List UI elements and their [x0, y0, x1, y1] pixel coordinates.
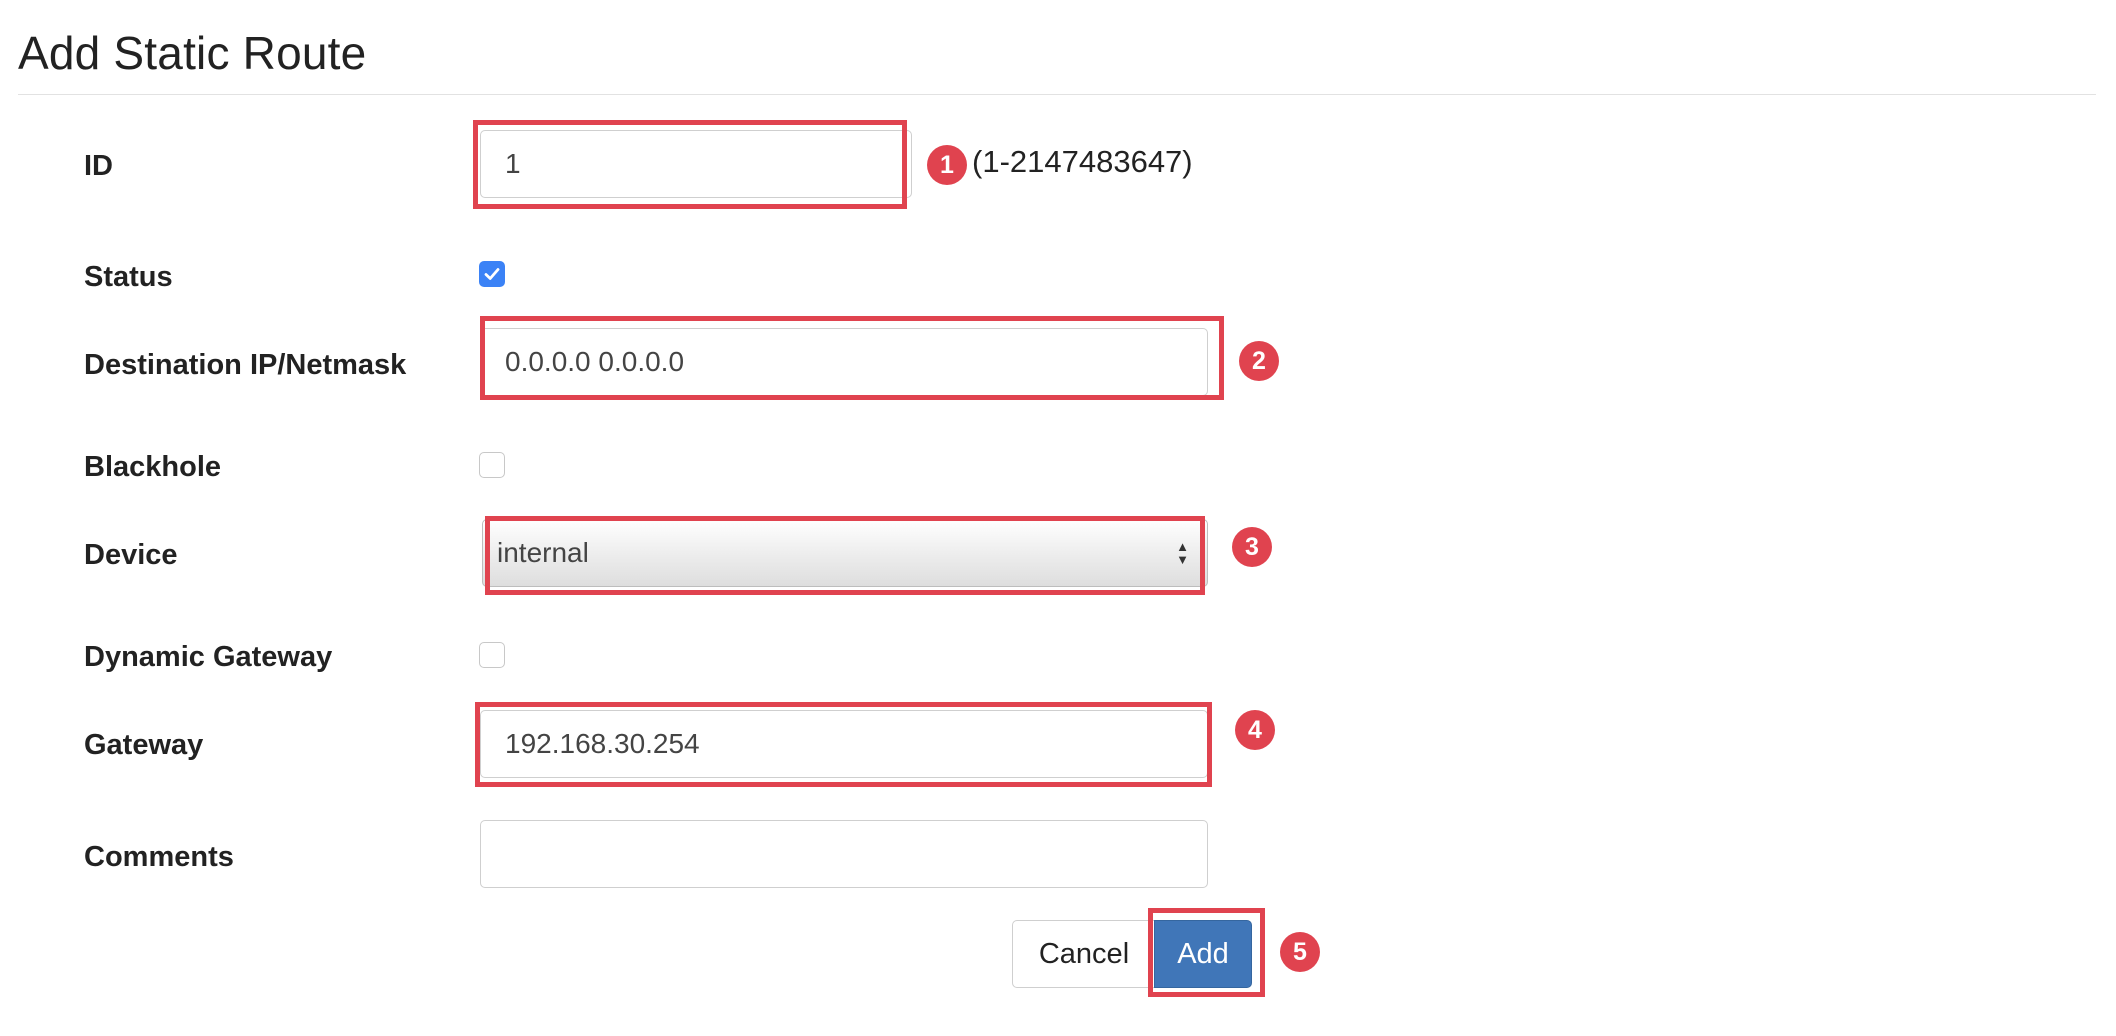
- cancel-button[interactable]: Cancel: [1012, 920, 1156, 988]
- comments-input[interactable]: [480, 820, 1208, 888]
- destination-label: Destination IP/Netmask: [84, 349, 407, 381]
- device-label: Device: [84, 539, 178, 571]
- device-select[interactable]: internal ▲ ▼: [482, 519, 1208, 587]
- id-range-hint: (1-2147483647): [972, 144, 1193, 179]
- status-label: Status: [84, 261, 173, 293]
- destination-input-value: 0.0.0.0 0.0.0.0: [505, 346, 685, 377]
- annotation-badge-1: 1: [927, 145, 967, 185]
- select-arrows-icon: ▲ ▼: [1176, 539, 1189, 567]
- checkmark-icon: [484, 268, 500, 280]
- status-checkbox[interactable]: [479, 261, 505, 287]
- dynamic-gateway-label: Dynamic Gateway: [84, 641, 333, 673]
- gateway-input[interactable]: 192.168.30.254: [480, 710, 1208, 778]
- annotation-badge-3: 3: [1232, 527, 1272, 567]
- gateway-label: Gateway: [84, 729, 204, 761]
- add-button[interactable]: Add: [1154, 920, 1252, 988]
- page-title: Add Static Route: [18, 27, 367, 79]
- id-input[interactable]: 1: [480, 130, 912, 198]
- blackhole-label: Blackhole: [84, 451, 221, 483]
- device-select-value: internal: [497, 537, 589, 568]
- blackhole-checkbox[interactable]: [479, 452, 505, 478]
- comments-label: Comments: [84, 841, 234, 873]
- gateway-input-value: 192.168.30.254: [505, 728, 700, 759]
- dynamic-gateway-checkbox[interactable]: [479, 642, 505, 668]
- destination-input[interactable]: 0.0.0.0 0.0.0.0: [480, 328, 1208, 396]
- annotation-badge-2: 2: [1239, 341, 1279, 381]
- title-divider: [18, 94, 2096, 95]
- id-label: ID: [84, 150, 113, 182]
- annotation-badge-5: 5: [1280, 932, 1320, 972]
- id-input-value: 1: [505, 148, 521, 179]
- annotation-badge-4: 4: [1235, 710, 1275, 750]
